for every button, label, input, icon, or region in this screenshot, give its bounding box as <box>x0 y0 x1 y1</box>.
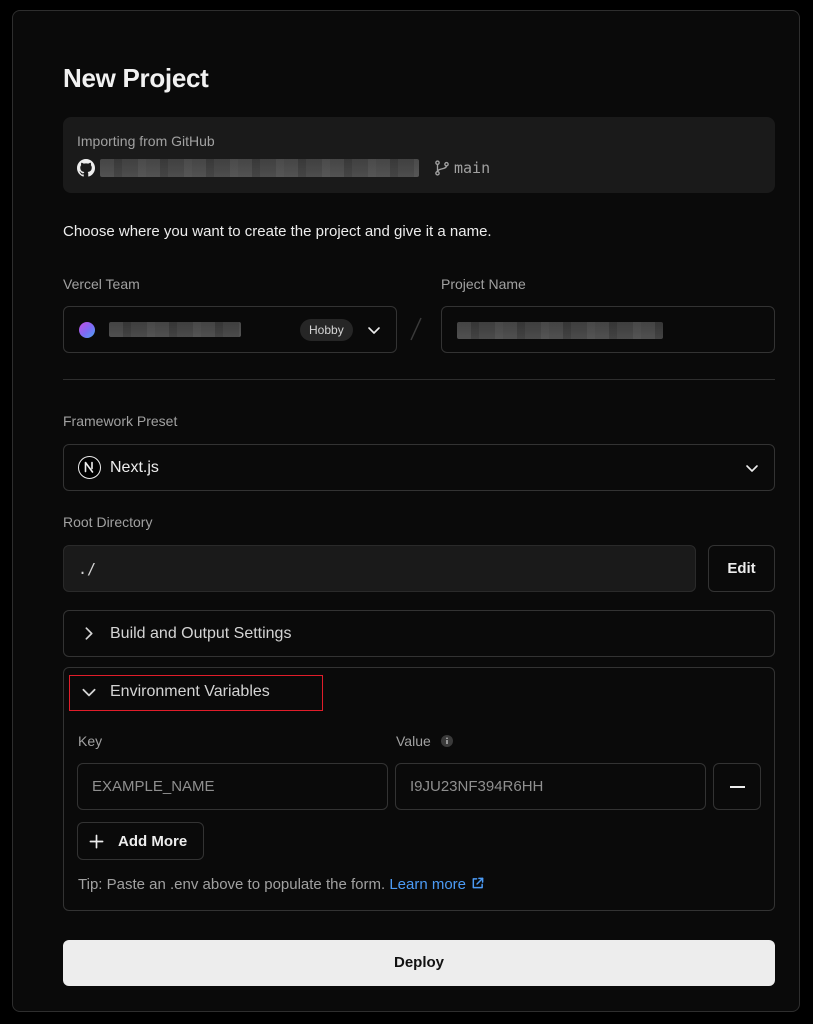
env-key-input[interactable] <box>78 764 387 809</box>
project-name-input[interactable] <box>441 306 775 353</box>
import-source-box: Importing from GitHub main <box>63 117 775 193</box>
chevron-down-icon[interactable] <box>80 683 98 701</box>
add-more-button[interactable]: Add More <box>77 822 204 860</box>
env-value-input[interactable] <box>396 764 705 809</box>
branch-name: main <box>454 159 491 177</box>
env-key-label: Key <box>78 733 103 749</box>
framework-select[interactable]: Next.js <box>63 444 775 491</box>
build-settings-title: Build and Output Settings <box>110 625 292 642</box>
env-key-field[interactable] <box>77 763 388 810</box>
build-settings-section[interactable]: Build and Output Settings <box>63 610 775 657</box>
edit-root-button[interactable]: Edit <box>708 545 775 592</box>
nextjs-logo-icon <box>78 456 101 479</box>
env-value-label: Value <box>396 733 431 749</box>
chevron-right-icon <box>85 627 93 640</box>
chevron-down-icon <box>746 465 758 472</box>
env-tip: Tip: Paste an .env above to populate the… <box>78 876 484 893</box>
info-icon[interactable] <box>440 735 453 747</box>
section-divider <box>63 379 775 380</box>
add-more-label: Add More <box>118 833 188 850</box>
root-directory-value: ./ <box>78 560 97 578</box>
instruction-text: Choose where you want to create the proj… <box>63 223 492 240</box>
minus-icon <box>730 786 745 788</box>
new-project-card: New Project Importing from GitHub main C… <box>12 10 800 1012</box>
env-vars-section: Environment Variables Key Value Add More… <box>63 667 775 911</box>
learn-more-link[interactable]: Learn more <box>389 876 484 893</box>
framework-value: Next.js <box>110 459 159 476</box>
env-value-label-wrap: Value <box>396 733 453 749</box>
github-icon <box>77 159 95 177</box>
project-name-label: Project Name <box>441 276 526 292</box>
remove-env-button[interactable] <box>713 763 761 810</box>
framework-label: Framework Preset <box>63 413 178 429</box>
import-label: Importing from GitHub <box>77 133 215 149</box>
env-value-field[interactable] <box>395 763 706 810</box>
git-branch-icon <box>435 160 449 176</box>
page-title: New Project <box>63 63 209 93</box>
external-link-icon <box>472 877 484 889</box>
team-label: Vercel Team <box>63 276 140 292</box>
redacted-project-name <box>457 322 663 339</box>
root-directory-label: Root Directory <box>63 514 153 530</box>
env-vars-title[interactable]: Environment Variables <box>110 683 270 701</box>
root-directory-input[interactable]: ./ <box>63 545 696 592</box>
learn-more-label[interactable]: Learn more <box>389 876 466 893</box>
plan-badge: Hobby <box>300 319 353 341</box>
deploy-button[interactable]: Deploy <box>63 940 775 986</box>
team-avatar <box>79 322 95 338</box>
redacted-team-name <box>109 322 241 337</box>
plus-icon <box>89 834 104 849</box>
redacted-repo-name <box>100 159 419 177</box>
env-tip-text: Tip: Paste an .env above to populate the… <box>78 876 386 893</box>
separator-slash <box>410 317 422 341</box>
chevron-down-icon <box>368 327 380 334</box>
team-select[interactable]: Hobby <box>63 306 397 353</box>
